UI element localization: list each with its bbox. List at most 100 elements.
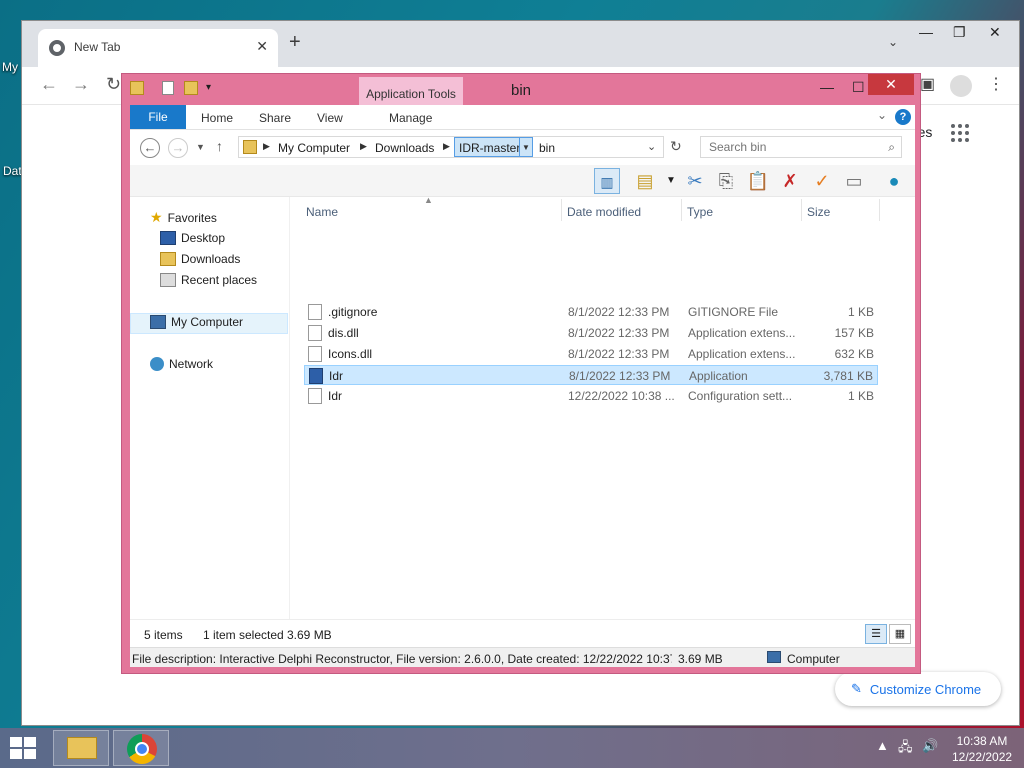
delete-icon[interactable]: ✗	[777, 168, 803, 194]
back-button[interactable]: ←	[140, 138, 160, 158]
forward-button[interactable]: →	[168, 138, 188, 158]
select-none-icon[interactable]: ▭	[841, 168, 867, 194]
ribbon-tab-manage[interactable]: Manage	[389, 111, 432, 125]
column-divider[interactable]	[801, 199, 802, 221]
tab-title: New Tab	[74, 40, 121, 54]
nav-item-recent-places[interactable]: Recent places	[160, 273, 257, 287]
preview-pane-icon[interactable]: ▥	[594, 168, 620, 194]
volume-icon[interactable]: 🔊	[922, 738, 938, 754]
show-hidden-icons-icon[interactable]: ▲	[876, 738, 889, 753]
file-row[interactable]: Icons.dll 8/1/2022 12:33 PM Application …	[304, 344, 878, 364]
nav-item-downloads[interactable]: Downloads	[160, 252, 240, 266]
file-row[interactable]: .gitignore 8/1/2022 12:33 PM GITIGNORE F…	[304, 302, 878, 322]
file-row[interactable]: dis.dll 8/1/2022 12:33 PM Application ex…	[304, 323, 878, 343]
breadcrumb-bin[interactable]: bin	[539, 141, 555, 155]
details-size: 3.69 MB	[678, 652, 723, 666]
new-tab-button[interactable]: +	[289, 31, 301, 54]
properties-dropdown-icon[interactable]: ▼	[658, 168, 684, 194]
tab-close-icon[interactable]: ✕	[256, 38, 268, 55]
search-input[interactable]	[701, 137, 871, 157]
ribbon-collapse-icon[interactable]: ⌄	[877, 108, 887, 122]
file-row-selected[interactable]: Idr 8/1/2022 12:33 PM Application 3,781 …	[304, 365, 878, 385]
status-bar: 5 items 1 item selected 3.69 MB ☰ ▦	[130, 619, 915, 647]
nav-item-network[interactable]: Network	[150, 357, 213, 371]
explorer-maximize-button[interactable]: ☐	[852, 79, 865, 96]
chrome-tab-new-tab[interactable]: New Tab ✕	[38, 29, 278, 67]
breadcrumb-idr-master[interactable]: IDR-master	[454, 137, 526, 157]
up-arrow-icon[interactable]: ↑	[216, 138, 223, 154]
network-tray-icon[interactable]: 🖧	[898, 738, 913, 760]
ribbon-tab-share[interactable]: Share	[259, 111, 291, 125]
help-icon[interactable]: ?	[895, 109, 911, 125]
windows-start-icon[interactable]	[10, 737, 38, 759]
tab-search-chevron-icon[interactable]: ⌄	[888, 35, 898, 49]
address-bar-row: ← → ▼ ↑ ▶ My Computer ▶ Downloads ▶ IDR-…	[130, 129, 915, 165]
file-date: 12/22/2022 10:38 ...	[568, 389, 675, 403]
file-row[interactable]: Idr 12/22/2022 10:38 ... Configuration s…	[304, 386, 878, 406]
rename-check-icon[interactable]: ✓	[809, 168, 835, 194]
ribbon-tab-view[interactable]: View	[317, 111, 343, 125]
address-folder-icon	[243, 140, 257, 154]
dll-file-icon	[308, 325, 322, 341]
file-date: 8/1/2022 12:33 PM	[568, 305, 670, 319]
globe-icon[interactable]: ●	[881, 168, 907, 194]
column-date-modified[interactable]: Date modified	[567, 205, 641, 219]
file-type: Application extens...	[688, 347, 796, 361]
column-size[interactable]: Size	[807, 205, 830, 219]
desktop-icon-my-computer-label[interactable]: My	[2, 60, 18, 74]
explorer-minimize-button[interactable]: —	[820, 79, 834, 95]
chrome-minimize-button[interactable]: —	[919, 24, 933, 40]
file-name: Idr	[329, 369, 344, 383]
recent-locations-icon[interactable]: ▼	[196, 142, 205, 152]
paste-icon[interactable]: 📋	[745, 168, 771, 194]
column-divider[interactable]	[561, 199, 562, 221]
copy-icon[interactable]: ⎘	[713, 168, 739, 194]
chrome-taskbar-icon[interactable]	[113, 730, 169, 766]
google-apps-icon[interactable]	[951, 124, 969, 142]
chrome-restore-button[interactable]: ❐	[953, 24, 966, 41]
address-dropdown-icon[interactable]: ⌄	[647, 140, 656, 153]
breadcrumb-downloads[interactable]: Downloads	[375, 141, 434, 155]
file-type: Application	[689, 369, 748, 383]
breadcrumb-my-computer[interactable]: My Computer	[278, 141, 350, 155]
details-view-icon[interactable]: ☰	[865, 624, 887, 644]
desktop-icon-data-label[interactable]: Dat	[3, 164, 22, 178]
file-name: Idr	[328, 389, 343, 403]
file-explorer-window: ▾ Application Tools bin — ☐ ✕ File Home …	[121, 73, 921, 674]
ribbon-tab-home[interactable]: Home	[201, 111, 233, 125]
cut-icon[interactable]: ✂	[682, 168, 708, 194]
file-explorer-taskbar-icon[interactable]	[53, 730, 109, 766]
large-icons-view-icon[interactable]: ▦	[889, 624, 911, 644]
window-title: bin	[510, 82, 532, 99]
column-headers: ▲ Name Date modified Type Size	[304, 195, 889, 223]
profile-avatar-icon[interactable]	[950, 75, 972, 97]
clock[interactable]: 10:38 AM 12/22/2022	[952, 733, 1012, 765]
nav-item-favorites[interactable]: ★ Favorites	[150, 209, 217, 226]
network-icon	[150, 357, 164, 371]
chrome-tab-strip: New Tab ✕ + ⌄ — ❐ ✕	[22, 21, 1019, 67]
back-arrow-icon[interactable]: ←	[40, 74, 58, 95]
breadcrumb-separator-icon: ▶	[263, 141, 270, 151]
search-box[interactable]: ⌕	[700, 136, 902, 158]
nav-item-desktop[interactable]: Desktop	[160, 231, 225, 245]
chrome-menu-icon[interactable]: ⋮	[988, 74, 1004, 94]
breadcrumb-dropdown-icon[interactable]: ▼	[519, 137, 533, 157]
customize-chrome-button[interactable]: ✎ Customize Chrome	[835, 672, 1001, 706]
column-divider[interactable]	[681, 199, 682, 221]
nav-label: Recent places	[181, 273, 258, 287]
chrome-close-button[interactable]: ✕	[989, 24, 1001, 41]
refresh-icon[interactable]: ↻	[670, 138, 682, 155]
ribbon-tab-file[interactable]: File	[130, 105, 186, 129]
properties-folder-icon[interactable]: ▤	[632, 168, 658, 194]
explorer-close-button[interactable]: ✕	[868, 74, 914, 95]
side-panel-icon[interactable]: ▣	[920, 74, 935, 94]
column-name[interactable]: Name	[306, 205, 338, 219]
column-type[interactable]: Type	[687, 205, 713, 219]
nav-item-my-computer[interactable]: My Computer	[150, 315, 243, 329]
address-field[interactable]: ▶ My Computer ▶ Downloads ▶ IDR-master ▼…	[238, 136, 664, 158]
reload-icon[interactable]: ↻	[106, 74, 121, 95]
forward-arrow-icon[interactable]: →	[72, 74, 90, 95]
downloads-folder-icon	[160, 252, 176, 266]
file-name: dis.dll	[328, 326, 359, 340]
column-divider[interactable]	[879, 199, 880, 221]
